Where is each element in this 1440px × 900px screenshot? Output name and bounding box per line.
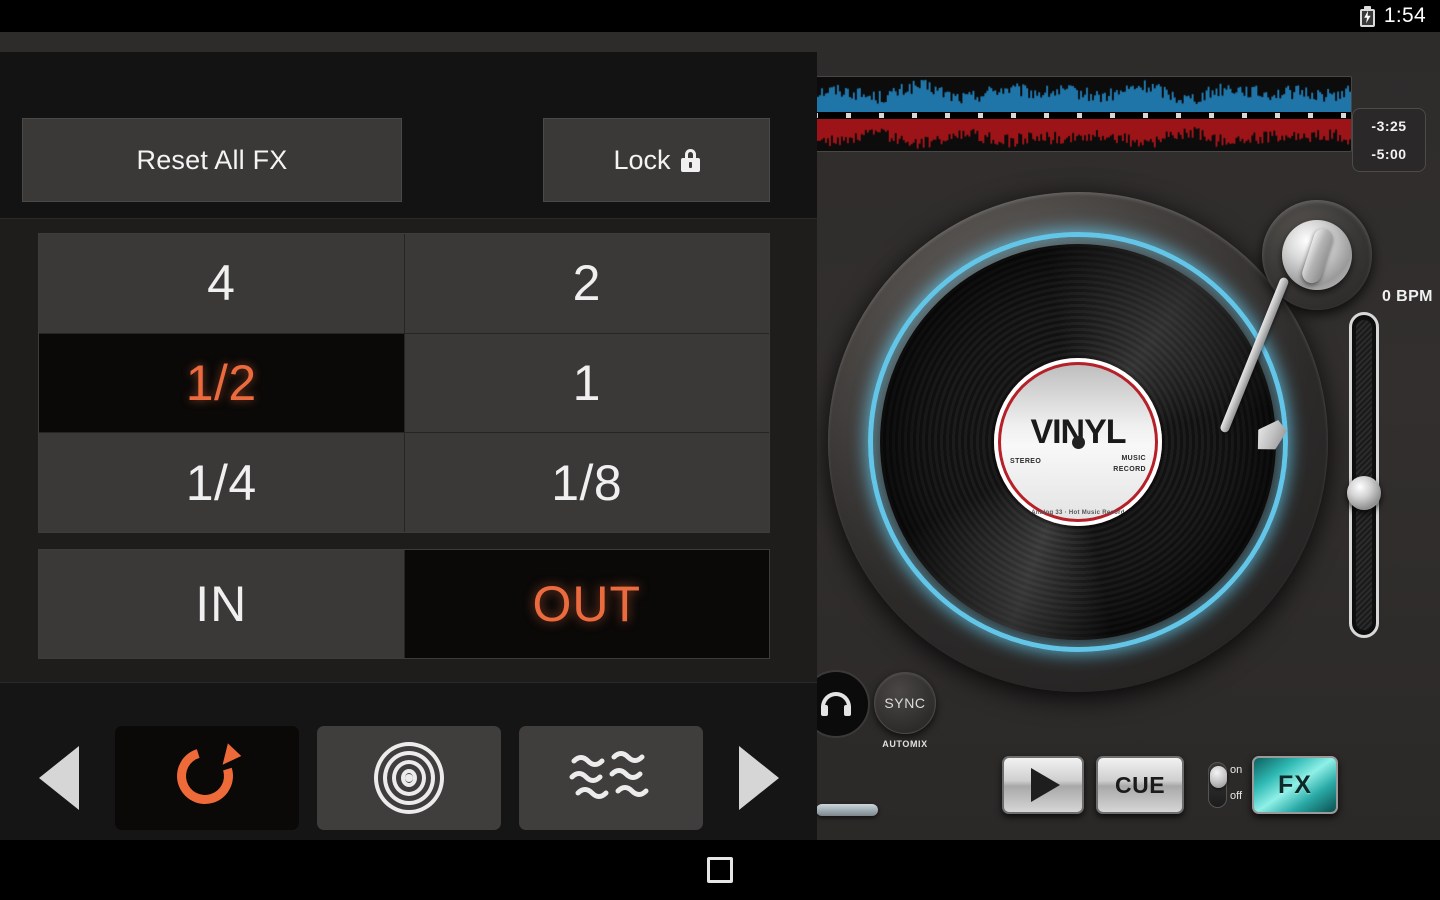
chevron-left-icon[interactable] xyxy=(38,745,79,810)
battery-charging-icon xyxy=(1359,5,1375,27)
beat-marker-strip xyxy=(807,112,1351,119)
beat-cell-1-2[interactable]: 1/2 xyxy=(39,333,404,433)
turntable-platter[interactable]: VINYL STEREO MUSIC RECORD Analog 33 · Hot… xyxy=(828,192,1328,692)
record-label-stereo: STEREO xyxy=(1010,458,1042,465)
time-readout: -3:25 -5:00 xyxy=(1352,108,1426,172)
in-out-selector: IN OUT xyxy=(38,549,770,659)
sync-label: SYNC xyxy=(884,695,926,711)
headphones-icon xyxy=(821,692,851,716)
toggle-off-label: off xyxy=(1230,790,1243,802)
beat-marker xyxy=(1110,113,1115,118)
status-bar-clock: 1:54 xyxy=(1383,4,1426,27)
fx-slot-flanger[interactable] xyxy=(518,725,703,830)
beat-marker xyxy=(1011,113,1016,118)
toggle-track xyxy=(1208,762,1227,808)
beat-cell-1-8[interactable]: 1/8 xyxy=(404,433,769,532)
beat-cell-4[interactable]: 4 xyxy=(39,234,404,333)
fx-button-label: FX xyxy=(1278,770,1312,799)
beat-marker xyxy=(1176,113,1181,118)
beat-cell-2[interactable]: 2 xyxy=(404,234,769,333)
lock-button[interactable]: Lock xyxy=(543,118,770,202)
android-status-bar: 1:54 xyxy=(0,0,1440,32)
record-label: VINYL STEREO MUSIC RECORD Analog 33 · Hot… xyxy=(994,358,1162,526)
fx-panel-body: 4 2 1/2 1 1/4 1/8 IN OUT xyxy=(0,219,817,872)
play-icon xyxy=(1031,768,1060,802)
beat-cell-1[interactable]: 1 xyxy=(404,333,769,433)
remaining-time-primary: -3:25 xyxy=(1371,118,1407,134)
automix-label: AUTOMIX xyxy=(882,739,928,749)
inout-cell-in[interactable]: IN xyxy=(39,550,404,658)
waveform-track-a xyxy=(807,79,1351,112)
fx-slot-echo[interactable] xyxy=(316,725,501,830)
pitch-fader-knob[interactable] xyxy=(1347,475,1381,510)
beat-marker xyxy=(1209,113,1214,118)
loop-repeat-icon xyxy=(166,737,243,814)
reset-all-fx-button[interactable]: Reset All FX xyxy=(22,118,402,202)
fx-panel-header: Reset All FX Lock xyxy=(0,52,817,219)
beat-cell-1-4[interactable]: 1/4 xyxy=(39,433,404,532)
app-screen: -3:25 -5:00 VINYL STEREO MUSIC RECORD Ana… xyxy=(0,0,1440,900)
cue-button[interactable]: CUE xyxy=(1096,756,1184,814)
bpm-readout: 0 BPM xyxy=(1382,288,1433,305)
waveform-display[interactable] xyxy=(806,76,1352,152)
inout-cell-out[interactable]: OUT xyxy=(404,550,769,658)
cue-label: CUE xyxy=(1114,771,1166,798)
beat-marker xyxy=(879,113,884,118)
beat-marker xyxy=(945,113,950,118)
toggle-knob[interactable] xyxy=(1210,766,1227,788)
record-label-music: MUSIC RECORD xyxy=(1113,455,1146,473)
beat-marker xyxy=(1341,113,1346,118)
beat-marker xyxy=(1242,113,1247,118)
beat-marker xyxy=(846,113,851,118)
record-spindle-hole xyxy=(1072,436,1085,449)
beat-marker xyxy=(1308,113,1313,118)
toggle-on-label: on xyxy=(1230,764,1243,776)
record-label-footer: Analog 33 · Hot Music Record xyxy=(1031,510,1125,516)
wave-flanger-icon xyxy=(568,747,654,809)
reset-all-fx-label: Reset All FX xyxy=(136,144,288,175)
beat-marker xyxy=(912,113,917,118)
play-button[interactable] xyxy=(1002,756,1084,814)
chevron-right-icon[interactable] xyxy=(738,745,779,810)
pitch-fader[interactable] xyxy=(1347,312,1381,638)
remaining-time-secondary: -5:00 xyxy=(1371,146,1407,162)
concentric-echo-icon xyxy=(373,741,445,814)
square-home-icon[interactable] xyxy=(707,857,733,883)
beat-division-grid: 4 2 1/2 1 1/4 1/8 xyxy=(38,233,770,533)
fx-overlay-panel: Reset All FX Lock 4 2 1/2 1 1/4 1/8 IN OUT xyxy=(0,52,817,872)
padlock-closed-icon xyxy=(680,148,700,172)
waveform-track-b xyxy=(807,119,1351,151)
crossfader-handle[interactable] xyxy=(816,804,878,816)
sync-button[interactable]: SYNC xyxy=(874,672,936,734)
android-nav-bar xyxy=(0,840,1440,900)
fx-button[interactable]: FX xyxy=(1252,756,1338,814)
lock-label: Lock xyxy=(613,144,671,175)
beat-marker xyxy=(1077,113,1082,118)
beat-marker xyxy=(1044,113,1049,118)
fx-slot-loop[interactable] xyxy=(114,725,299,830)
beat-marker xyxy=(1143,113,1148,118)
beat-marker xyxy=(978,113,983,118)
beat-marker xyxy=(1275,113,1280,118)
